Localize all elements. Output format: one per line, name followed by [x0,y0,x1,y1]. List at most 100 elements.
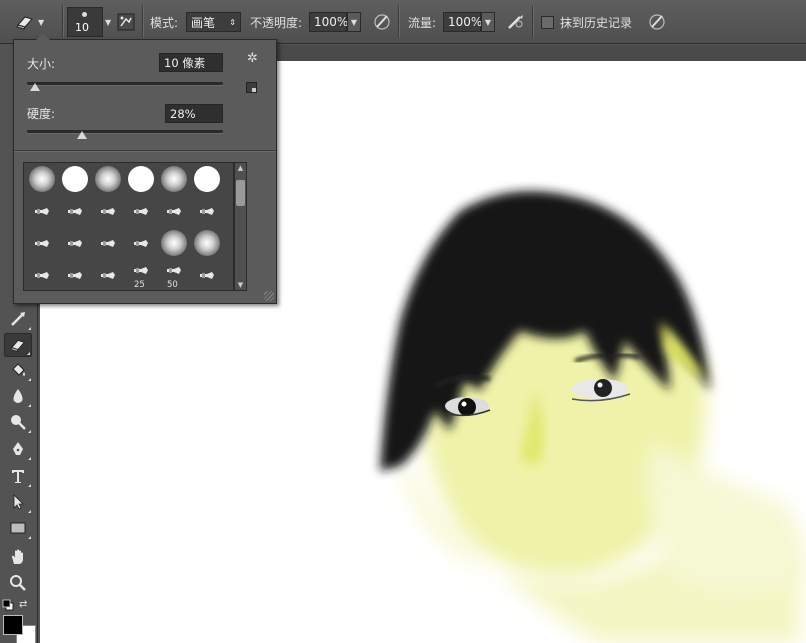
brush-preset-small-tip[interactable] [190,260,223,290]
hardness-slider-thumb[interactable] [76,131,87,139]
brush-preset-hard-round[interactable] [190,164,223,194]
scroll-down-icon[interactable]: ▼ [235,280,246,290]
brush-size-number: 25 [134,280,145,290]
dodge-tool[interactable] [4,410,32,434]
brush-preset-small-tip[interactable] [91,260,124,290]
brush-preset-small-tip[interactable] [124,228,157,258]
size-slider-thumb[interactable] [29,83,40,91]
brush-preset-soft-round[interactable] [25,164,58,194]
magnifier-icon [10,575,26,591]
popup-pointer [36,33,50,40]
brush-panel-icon [115,11,137,33]
brush-size-label: 10 [75,21,89,34]
reset-size-icon[interactable] [246,82,257,93]
size-slider[interactable] [27,82,223,85]
brush-size-number: 50 [167,280,178,290]
opacity-label: 不透明度: [250,15,303,30]
erase-to-history-label: 抹到历史记录 [560,15,633,30]
brush-preset-soft-round[interactable] [157,228,190,258]
brush-preview: 10 [67,7,103,37]
brush-dot-icon [82,12,87,17]
brush-preset-small-tip[interactable] [91,228,124,258]
hardness-slider[interactable] [27,130,223,133]
chevron-down-icon: ▼ [105,17,112,27]
brush-preset-soft-round[interactable] [190,228,223,258]
opacity-value: 100% [314,15,349,29]
brush-preset-small-tip[interactable] [190,196,223,226]
brush-preset-small-tip[interactable]: 25 [124,260,157,290]
swap-colors-icon[interactable]: ⇄ [19,599,31,611]
brush-preset-small-tip[interactable] [58,228,91,258]
flow-field[interactable]: 100% ▼ [443,0,495,44]
brush-preset-soft-round[interactable] [91,164,124,194]
resize-grip-icon[interactable] [264,291,274,301]
flow-value: 100% [448,15,483,29]
hardness-label: 硬度: [27,107,56,121]
erase-to-history-checkbox[interactable]: 抹到历史记录 [541,0,632,44]
eraser-icon [10,339,26,352]
brush-preset-picker: 大小: 10 像素 ✲ 硬度: 28% 25 50 ▲ ▼ [13,33,277,304]
chevron-down-icon[interactable]: ▼ [347,12,361,32]
rectangle-icon [10,522,26,534]
opacity-field[interactable]: 100% ▼ [309,0,361,44]
scrollbar-thumb[interactable] [236,180,245,206]
paint-bucket-tool[interactable] [4,358,32,382]
brush-preset-small-tip[interactable]: 50 [157,260,190,290]
brush-preset-small-tip[interactable] [124,196,157,226]
checkbox [541,15,554,29]
divider [14,150,276,151]
brush-preset-small-tip[interactable] [91,196,124,226]
airbrush-icon [505,11,527,33]
hand-tool[interactable] [4,545,32,569]
tablet-pressure-icon [646,11,668,33]
brush-preset-small-tip[interactable] [157,196,190,226]
default-colors-button[interactable] [2,599,14,611]
brush-preset-button[interactable]: 10 ▼ [67,0,111,44]
paint-bucket-icon [12,363,25,376]
scroll-up-icon[interactable]: ▲ [235,163,246,173]
airbrush-toggle[interactable] [505,0,527,44]
size-input[interactable]: 10 像素 [159,53,223,72]
brush-preset-small-tip[interactable] [25,196,58,226]
rectangle-tool[interactable] [4,516,32,540]
brush-preset-small-tip[interactable] [25,260,58,290]
brush-preset-small-tip[interactable] [25,228,58,258]
hardness-input[interactable]: 28% [165,104,223,123]
updown-icon: ⇕ [229,17,236,27]
default-colors-icon [2,599,14,611]
brush-preset-hard-round[interactable] [124,164,157,194]
brush-preset-list: 25 50 [23,162,234,291]
foreground-color-swatch[interactable] [3,615,23,635]
brush-preset-small-tip[interactable] [58,260,91,290]
zoom-tool[interactable] [4,571,32,595]
gear-icon[interactable]: ✲ [247,51,263,67]
mode-label: 模式: [150,15,179,30]
brush-preset-soft-round[interactable] [157,164,190,194]
dodge-icon [11,415,26,430]
chevron-down-icon[interactable]: ▼ [481,12,495,32]
pen-tool[interactable] [4,437,32,461]
brush-panel-toggle[interactable] [115,0,137,44]
brush-preset-small-tip[interactable] [58,196,91,226]
options-bar: ▼ 10 ▼ 模式: 画笔 ⇕ 不透明度: 100% ▼ 流量: 100% ▼ … [0,0,806,44]
mode-value: 画笔 [191,15,216,30]
eraser-tool[interactable] [4,333,32,357]
eraser-icon [14,11,36,33]
tablet-size-toggle[interactable] [646,0,668,44]
left-eye-glint [461,401,467,407]
blur-tool[interactable] [4,384,32,408]
blur-drop-icon [13,389,23,403]
right-eye-iris [594,379,612,397]
right-eye-glint [597,382,603,388]
left-eye-iris [458,398,476,416]
brush-preset-hard-round[interactable] [58,164,91,194]
mode-select[interactable]: 画笔 ⇕ [186,0,241,44]
brush-list-scrollbar[interactable]: ▲ ▼ [234,162,247,291]
history-brush-tool[interactable] [4,307,32,331]
pen-icon [13,442,23,455]
tablet-opacity-toggle[interactable] [371,0,393,44]
shoulder-shade [648,441,803,591]
size-label: 大小: [27,57,56,71]
path-selection-tool[interactable] [4,490,32,514]
type-tool[interactable] [4,464,32,488]
